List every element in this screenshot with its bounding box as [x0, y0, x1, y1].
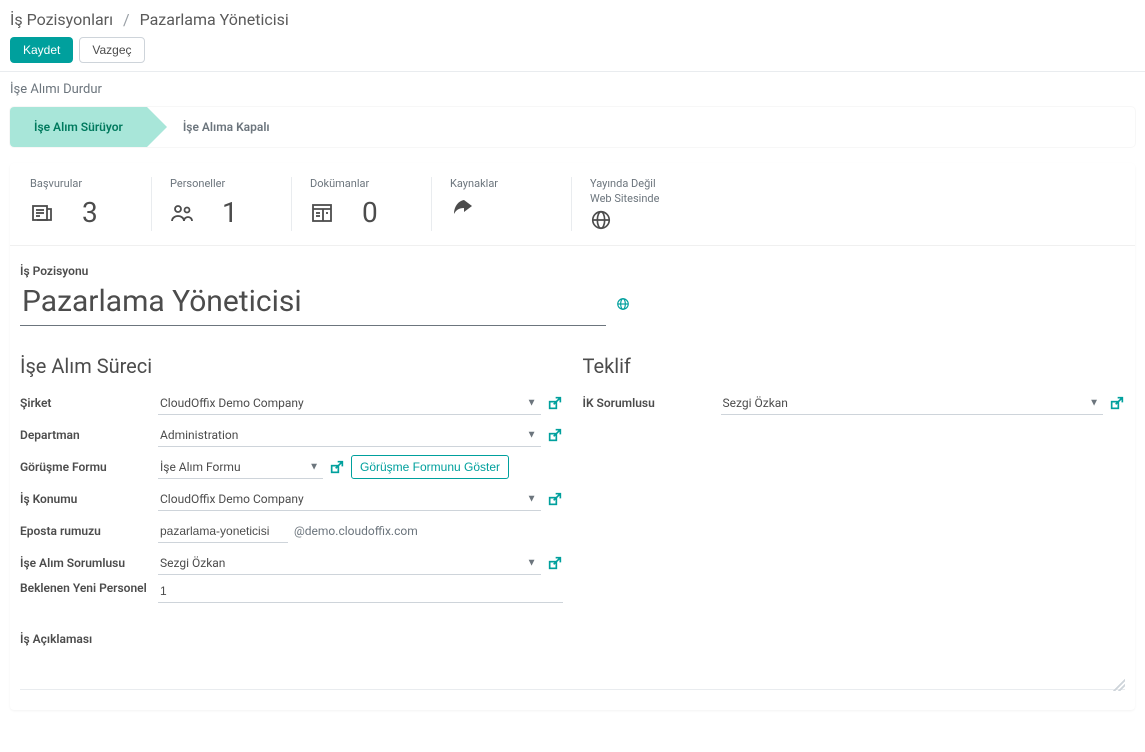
stat-label: Kaynaklar — [450, 177, 553, 190]
stop-recruitment-link[interactable]: İşe Alımı Durdur — [10, 82, 102, 97]
newspaper-icon — [30, 201, 54, 225]
email-alias-label: Eposta rumuzu — [20, 524, 158, 538]
expected-new-input[interactable] — [158, 580, 563, 603]
publish-where: Web Sitesinde — [590, 192, 659, 205]
translate-globe-icon[interactable] — [616, 297, 630, 311]
stat-sources[interactable]: Kaynaklar — [432, 177, 572, 231]
department-external-link-icon[interactable] — [547, 427, 563, 443]
section-recruitment-title: İşe Alım Süreci — [20, 354, 563, 378]
company-external-link-icon[interactable] — [547, 395, 563, 411]
tab-label: İşe Alıma Kapalı — [183, 120, 270, 134]
stat-applications[interactable]: Başvurular 3 — [12, 177, 152, 231]
stat-documents[interactable]: Dokümanlar 0 — [292, 177, 432, 231]
people-icon — [170, 201, 194, 225]
globe-icon — [590, 209, 659, 231]
recruiter-external-link-icon[interactable] — [547, 555, 563, 571]
stat-value: 3 — [82, 196, 98, 229]
job-location-label: İş Konumu — [20, 492, 158, 506]
stat-employees[interactable]: Personeller 1 — [152, 177, 292, 231]
position-title-input[interactable] — [20, 282, 606, 326]
interview-form-select[interactable]: İşe Alım Formu — [158, 456, 323, 479]
stat-label: Personeller — [170, 177, 273, 190]
section-offer-title: Teklif — [583, 354, 1126, 378]
company-label: Şirket — [20, 396, 158, 410]
recruiter-label: İşe Alım Sorumlusu — [20, 556, 158, 570]
show-interview-form-button[interactable]: Görüşme Formunu Göster — [351, 455, 509, 479]
resize-handle-icon[interactable] — [1113, 679, 1125, 691]
expected-new-label: Beklenen Yeni Personel — [20, 580, 158, 597]
breadcrumb-current: Pazarlama Yöneticisi — [140, 10, 289, 29]
job-description-textarea[interactable] — [20, 652, 1125, 690]
breadcrumb-parent[interactable]: İş Pozisyonları — [10, 10, 113, 29]
stats-row: Başvurular 3 Personeller — [10, 163, 1135, 246]
email-alias-suffix: @demo.cloudoffix.com — [294, 524, 418, 538]
job-location-select[interactable]: CloudOffix Demo Company — [158, 488, 541, 511]
hr-responsible-label: İK Sorumlusu — [583, 396, 721, 410]
share-arrow-icon — [450, 196, 474, 220]
hr-responsible-external-link-icon[interactable] — [1109, 395, 1125, 411]
stat-label: Başvurular — [30, 177, 133, 190]
breadcrumb-separator: / — [123, 10, 130, 29]
stat-value: 0 — [362, 196, 378, 229]
job-description-label: İş Açıklaması — [20, 632, 1125, 646]
breadcrumb: İş Pozisyonları / Pazarlama Yöneticisi — [10, 10, 1135, 29]
interview-form-external-link-icon[interactable] — [329, 459, 345, 475]
tab-label: İşe Alım Sürüyor — [34, 120, 123, 134]
hr-responsible-select[interactable]: Sezgi Özkan — [721, 392, 1104, 415]
stat-publish[interactable]: Yayında Değil Web Sitesinde — [572, 177, 677, 231]
discard-button[interactable]: Vazgeç — [79, 37, 144, 63]
position-label: İş Pozisyonu — [20, 264, 1125, 278]
recruiter-select[interactable]: Sezgi Özkan — [158, 552, 541, 575]
department-select[interactable]: Administration — [158, 424, 541, 447]
stat-value: 1 — [222, 196, 238, 229]
tab-recruitment-closed[interactable]: İşe Alıma Kapalı — [147, 107, 294, 147]
email-alias-input[interactable] — [158, 520, 288, 543]
company-select[interactable]: CloudOffix Demo Company — [158, 392, 541, 415]
document-icon — [310, 201, 334, 225]
publish-status: Yayında Değil — [590, 177, 659, 190]
tab-recruitment-open[interactable]: İşe Alım Sürüyor — [10, 107, 147, 147]
interview-form-label: Görüşme Formu — [20, 460, 158, 474]
status-tabs: İşe Alım Sürüyor İşe Alıma Kapalı — [10, 107, 1135, 147]
job-location-external-link-icon[interactable] — [547, 491, 563, 507]
stat-label: Dokümanlar — [310, 177, 413, 190]
department-label: Departman — [20, 428, 158, 442]
save-button[interactable]: Kaydet — [10, 37, 73, 63]
